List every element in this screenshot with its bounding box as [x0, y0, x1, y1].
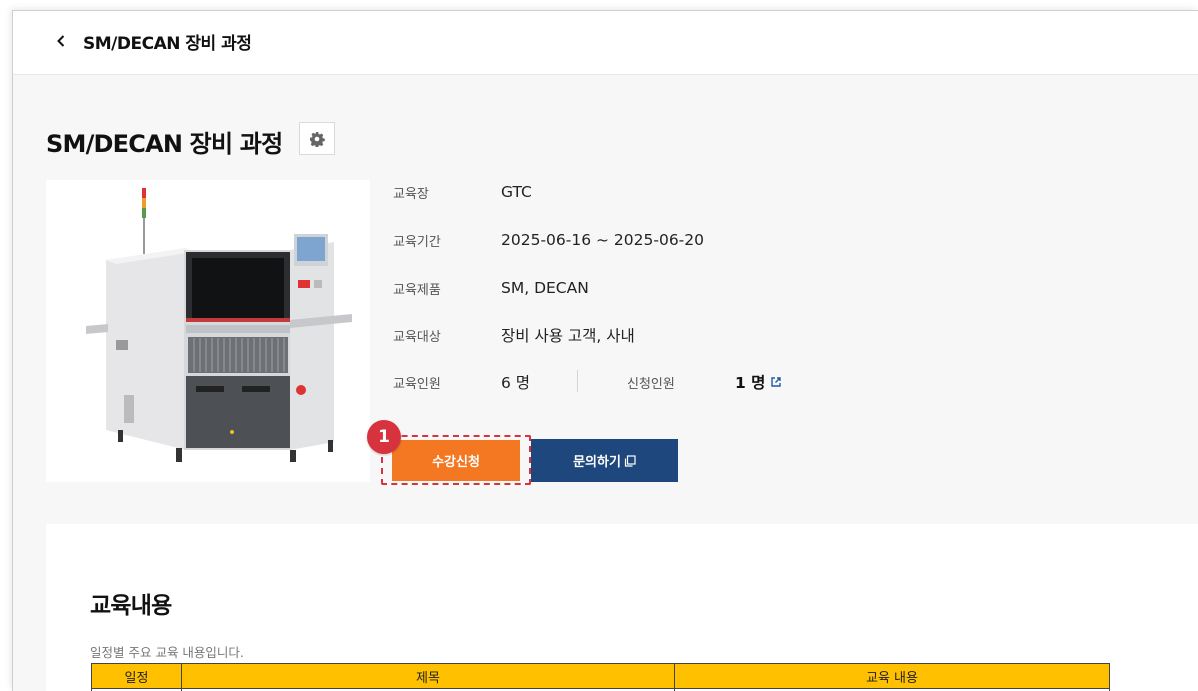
venue-label: 교육장 [393, 186, 429, 202]
app-window: SM/DECAN 장비 과정 SM/DECAN 장비 과정 교육장 GTC 교육… [12, 10, 1198, 691]
top-bar-title: SM/DECAN 장비 과정 [83, 34, 252, 54]
placement-machine-image [86, 188, 352, 462]
inquiry-button[interactable]: 문의하기 [531, 439, 678, 482]
page-title: SM/DECAN 장비 과정 [46, 130, 283, 158]
table-header-row: 일정 제목 교육 내용 [91, 663, 1110, 689]
info-divider [577, 370, 578, 392]
applied-label: 신청인원 [627, 376, 675, 392]
gear-icon [310, 131, 325, 147]
target-value: 장비 사용 고객, 사내 [501, 327, 635, 345]
period-label: 교육기간 [393, 234, 441, 250]
header-content: 교육 내용 [674, 663, 1110, 689]
content-title: 교육내용 [90, 593, 172, 619]
chevron-left-icon [57, 35, 65, 47]
period-value: 2025-06-16 ~ 2025-06-20 [501, 231, 704, 249]
back-button[interactable] [51, 31, 71, 51]
products-label: 교육제품 [393, 282, 441, 298]
products-value: SM, DECAN [501, 279, 589, 297]
top-bar: SM/DECAN 장비 과정 [13, 11, 1198, 75]
inquiry-button-label: 문의하기 [573, 455, 621, 470]
target-label: 교육대상 [393, 329, 441, 345]
product-image [46, 180, 370, 482]
apply-button[interactable]: 수강신청 [392, 440, 520, 481]
info-row-capacity: 교육인원 6 명 신청인원 1 명 [393, 370, 813, 394]
venue-value: GTC [501, 183, 532, 201]
settings-button[interactable] [299, 122, 335, 155]
header-title: 제목 [181, 663, 675, 689]
header-schedule: 일정 [91, 663, 182, 689]
capacity-value: 6 명 [501, 374, 531, 392]
course-content-section: 교육내용 일정별 주요 교육 내용입니다. 일정 제목 교육 내용 [46, 524, 1198, 691]
schedule-table: 일정 제목 교육 내용 [91, 663, 1110, 691]
external-link-icon [771, 377, 782, 387]
applied-count-link[interactable]: 1 명 [735, 371, 782, 393]
capacity-label: 교육인원 [393, 376, 441, 392]
applied-value: 1 명 [735, 374, 766, 392]
step-badge: 1 [367, 420, 401, 454]
content-subtitle: 일정별 주요 교육 내용입니다. [90, 645, 244, 660]
copy-icon [624, 454, 636, 467]
